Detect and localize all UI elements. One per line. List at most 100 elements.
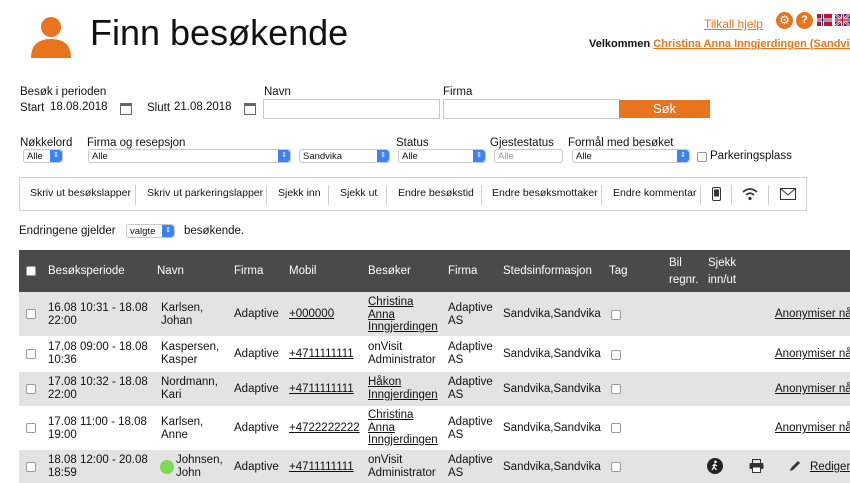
- help-question-icon[interactable]: ?: [796, 12, 813, 29]
- end-date-input[interactable]: 21.08.2018: [172, 99, 238, 119]
- col-car-line2: regnr.: [669, 274, 699, 286]
- name-label: Navn: [264, 86, 291, 98]
- row-tag-checkbox[interactable]: [611, 384, 621, 394]
- guest-status-select-value: Alle: [498, 151, 514, 162]
- reception-select[interactable]: Sandvika ⇕: [299, 149, 390, 163]
- table-row[interactable]: 18.08 12:00 - 20.08 18:59 Johnsen, John Ad…: [19, 450, 850, 483]
- row-checkbox[interactable]: [26, 384, 36, 394]
- row-checkbox[interactable]: [26, 423, 36, 433]
- chevron-updown-icon: ⇕: [162, 225, 174, 237]
- walking-person-icon[interactable]: [707, 458, 723, 474]
- status-select[interactable]: Alle ⇕: [398, 149, 486, 163]
- changes-prefix: Endringene gjelder: [19, 225, 116, 237]
- print-icon[interactable]: [749, 459, 764, 473]
- row-period: 17.08 11:00 - 18.08 19:00: [48, 416, 147, 441]
- anonymize-link[interactable]: Anonymiser nå: [775, 308, 850, 321]
- col-period[interactable]: Besøksperiode: [48, 265, 125, 277]
- col-mobile[interactable]: Mobil: [289, 265, 316, 277]
- row-host: onVisit Administrator: [368, 454, 436, 479]
- end-calendar-icon[interactable]: [244, 103, 256, 115]
- help-link[interactable]: Tilkall hjelp: [704, 17, 763, 31]
- row-checkbox[interactable]: [26, 349, 36, 359]
- select-all-checkbox[interactable]: [26, 266, 36, 276]
- guest-status-label: Gjestestatus: [490, 137, 554, 149]
- user-name-link[interactable]: Christina Anna Inngjerdingen (Sandvika): [653, 38, 850, 50]
- company-reception-select[interactable]: Alle ⇕: [88, 149, 291, 163]
- action-toolbar: Skriv ut besøkslapper Skriv ut parkering…: [19, 177, 807, 211]
- keyword-select[interactable]: Alle ⇕: [23, 149, 63, 163]
- table-row[interactable]: 17.08 10:32 - 18.08 22:00 Nordmann, Kari A…: [19, 372, 850, 406]
- row-company: Adaptive: [234, 308, 279, 320]
- reception-select-value: Sandvika: [303, 151, 343, 162]
- start-date-input[interactable]: 18.08.2018: [48, 99, 114, 119]
- row-company: Adaptive: [234, 383, 279, 395]
- edit-pencil-icon[interactable]: [789, 460, 801, 472]
- change-comment-button[interactable]: Endre kommentar: [613, 187, 696, 199]
- row-period: 18.08 12:00 - 20.08 18:59: [48, 454, 148, 479]
- row-mobile[interactable]: +4711111111: [289, 461, 354, 474]
- row-checkbox[interactable]: [26, 462, 36, 472]
- row-host-link[interactable]: Christina Anna Inngjerdingen: [368, 409, 438, 447]
- table-row[interactable]: 17.08 11:00 - 18.08 19:00 Karlsen, Anne Ad…: [19, 406, 850, 450]
- row-mobile[interactable]: +4722222222: [289, 422, 360, 435]
- row-period: 16.08 10:31 - 18.08 22:00: [48, 302, 148, 327]
- chevron-updown-icon: ⇕: [473, 150, 485, 162]
- check-out-button[interactable]: Sjekk ut: [340, 187, 377, 199]
- row-location: Sandvika,Sandvika: [503, 348, 601, 360]
- row-host-link[interactable]: Christina Anna Inngjerdingen: [368, 296, 438, 334]
- start-calendar-icon[interactable]: [120, 103, 132, 115]
- search-button[interactable]: Søk: [619, 100, 710, 118]
- user-avatar-icon: [31, 17, 71, 58]
- table-row[interactable]: 16.08 10:31 - 18.08 22:00 Karlsen, Johan A…: [19, 292, 850, 336]
- table-row[interactable]: 17.08 09:00 - 18.08 10:36 Kaspersen, Kaspe…: [19, 336, 850, 372]
- col-location[interactable]: Stedsinformasjon: [503, 265, 592, 277]
- col-check[interactable]: Sjekk: [708, 257, 736, 269]
- company-label: Firma: [443, 86, 473, 98]
- row-checkbox[interactable]: [26, 309, 36, 319]
- parking-checkbox[interactable]: [697, 152, 707, 162]
- anonymize-link[interactable]: Anonymiser nå: [775, 422, 850, 435]
- row-tag-checkbox[interactable]: [611, 310, 621, 320]
- welcome-text: Velkommen Christina Anna Inngjerdingen (…: [589, 38, 850, 50]
- period-label: Besøk i perioden: [20, 86, 107, 98]
- change-recipient-button[interactable]: Endre besøksmottaker: [492, 187, 598, 199]
- col-name[interactable]: Navn: [157, 265, 184, 277]
- keyword-select-value: Alle: [27, 151, 43, 162]
- row-tag-checkbox[interactable]: [611, 423, 621, 433]
- status-indicator-icon: [160, 460, 174, 474]
- name-input[interactable]: [263, 99, 440, 119]
- row-tag-checkbox[interactable]: [611, 462, 621, 472]
- company-input[interactable]: [443, 99, 620, 119]
- col-visitor[interactable]: Besøker: [368, 265, 411, 277]
- company-reception-label: Firma og resepsjon: [87, 137, 186, 149]
- wifi-icon[interactable]: [742, 187, 758, 201]
- check-in-button[interactable]: Sjekk inn: [278, 187, 321, 199]
- row-name: Karlsen, Johan: [161, 302, 204, 327]
- col-car[interactable]: Bil: [669, 257, 682, 269]
- guest-status-select[interactable]: Alle: [494, 149, 563, 163]
- company-reception-select-value: Alle: [92, 151, 108, 162]
- anonymize-link[interactable]: Anonymiser nå: [775, 383, 850, 396]
- norwegian-flag-icon[interactable]: [817, 14, 832, 26]
- change-visit-time-button[interactable]: Endre besøkstid: [398, 187, 474, 199]
- changes-scope-select[interactable]: valgte ⇕: [126, 224, 175, 238]
- purpose-select[interactable]: Alle ⇕: [572, 149, 690, 163]
- edit-link[interactable]: Rediger: [810, 461, 850, 474]
- changes-suffix: besøkende.: [184, 225, 245, 237]
- phone-icon[interactable]: [712, 187, 721, 201]
- col-visitor-company[interactable]: Firma: [448, 265, 477, 277]
- row-mobile[interactable]: +000000: [289, 308, 334, 321]
- anonymize-link[interactable]: Anonymiser nå: [775, 348, 850, 361]
- settings-gear-icon[interactable]: ⚙: [776, 12, 793, 29]
- col-company[interactable]: Firma: [234, 265, 263, 277]
- row-mobile[interactable]: +4711111111: [289, 348, 354, 361]
- row-company: Adaptive: [234, 422, 279, 434]
- mail-icon[interactable]: [780, 188, 796, 200]
- print-visitor-slips-button[interactable]: Skriv ut besøkslapper: [30, 187, 131, 199]
- row-host-link[interactable]: Håkon Inngjerdingen: [368, 376, 438, 401]
- row-mobile[interactable]: +4711111111: [289, 383, 354, 396]
- english-flag-icon[interactable]: [835, 14, 850, 26]
- row-tag-checkbox[interactable]: [611, 350, 621, 360]
- col-tag[interactable]: Tag: [609, 265, 628, 277]
- print-parking-slips-button[interactable]: Skriv ut parkeringslapper: [147, 187, 263, 199]
